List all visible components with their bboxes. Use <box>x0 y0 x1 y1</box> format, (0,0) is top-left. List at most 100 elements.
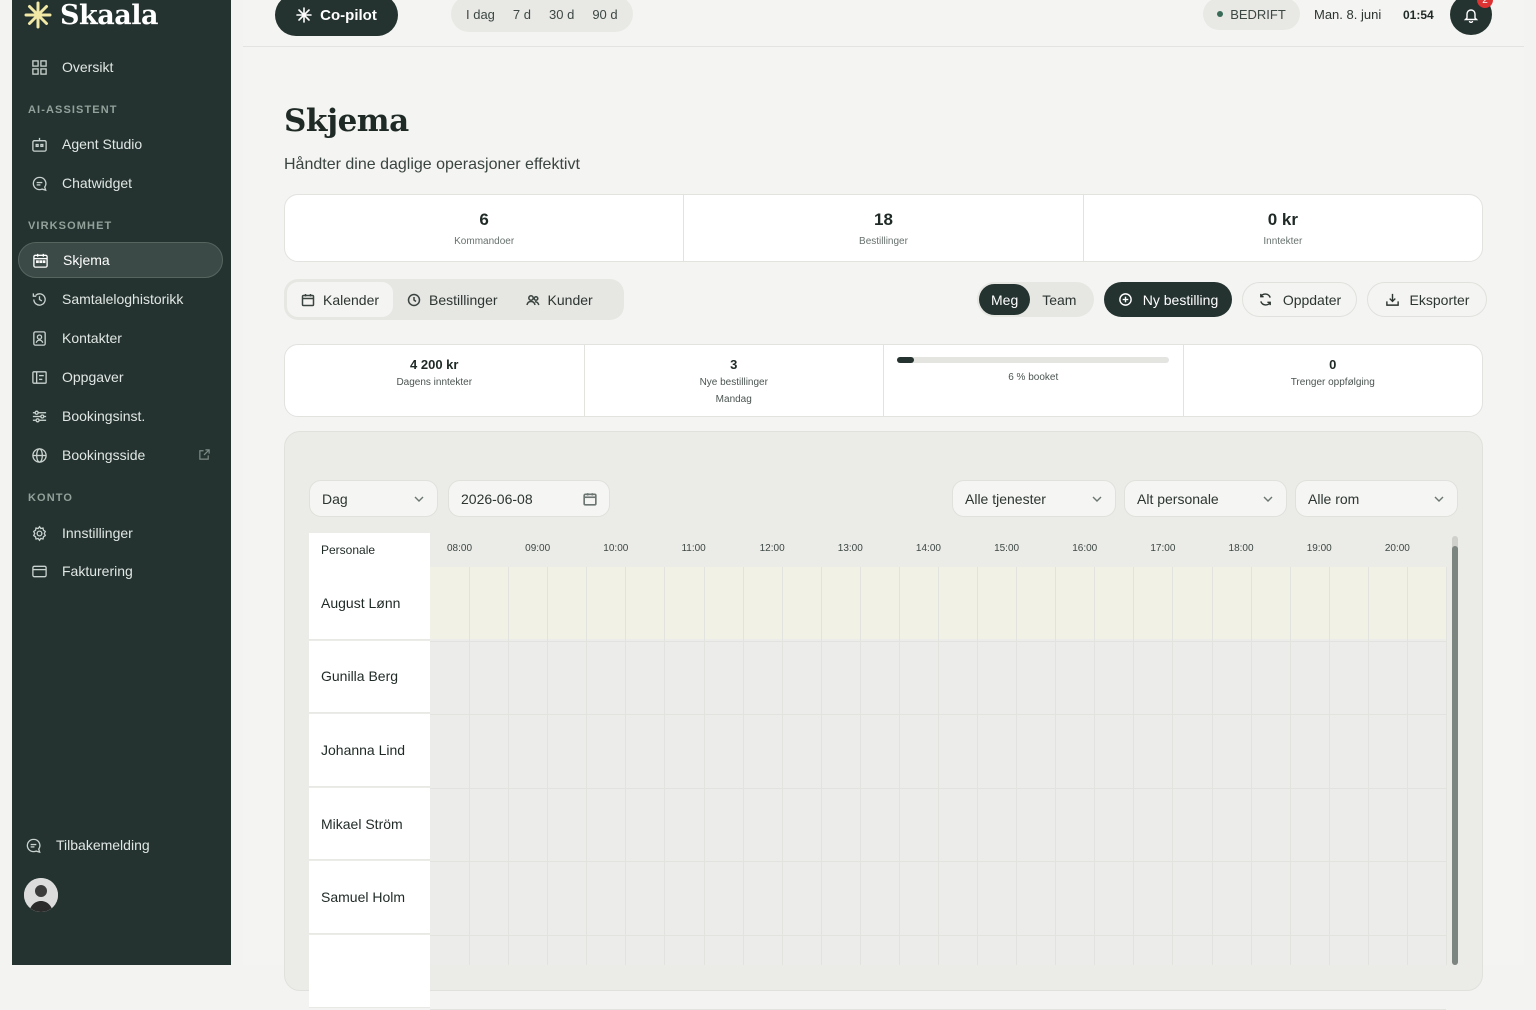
logo[interactable]: Skaala <box>24 0 158 31</box>
hour-label: 12:00 <box>759 543 785 554</box>
grid-line <box>1446 567 1447 965</box>
grid-line <box>547 567 549 965</box>
metric-value: 4 200 kr <box>410 357 459 372</box>
metric-label: Dagens inntekter <box>396 377 473 388</box>
export-button[interactable]: Eksporter <box>1367 282 1487 317</box>
sidebar-item-booking-settings[interactable]: Bookingsinst. <box>18 398 223 434</box>
mode-badge[interactable]: BEDRIFT <box>1203 0 1300 30</box>
staff-select[interactable]: Alt personale <box>1124 480 1287 517</box>
grid-line <box>430 714 1446 716</box>
external-link-icon[interactable] <box>198 448 211 464</box>
range-today[interactable]: I dag <box>457 7 504 22</box>
services-select[interactable]: Alle tjenester <box>952 480 1116 517</box>
sidebar-item-label: Bookingsside <box>62 447 146 463</box>
range-90d[interactable]: 90 d <box>583 7 626 22</box>
scrollbar-thumb[interactable] <box>1452 546 1458 965</box>
hour-label: 09:00 <box>525 543 551 554</box>
bell-icon <box>1463 8 1479 23</box>
chat-icon <box>30 174 48 192</box>
grid-line <box>1367 567 1369 965</box>
sidebar-item-chatwidget[interactable]: Chatwidget <box>18 165 223 201</box>
grid-line <box>586 567 588 965</box>
tab-orders[interactable]: Bestillinger <box>393 282 511 317</box>
sidebar-item-agent-studio[interactable]: Agent Studio <box>18 126 223 162</box>
sidebar-item-overview[interactable]: Oversikt <box>18 49 223 85</box>
chevron-down-icon <box>414 496 424 502</box>
grid-line <box>1211 567 1213 965</box>
grid-line <box>1055 567 1057 965</box>
refresh-button[interactable]: Oppdater <box>1242 282 1357 317</box>
avatar[interactable] <box>24 878 58 912</box>
download-icon <box>1385 293 1399 306</box>
scope-toggle: Meg Team <box>977 282 1094 317</box>
range-30d[interactable]: 30 d <box>540 7 583 22</box>
copilot-button[interactable]: Co-pilot <box>275 0 398 36</box>
grid-line <box>1094 567 1096 965</box>
staff-row-label[interactable]: August Lønn <box>309 567 430 640</box>
stat-label: Kommandoer <box>454 235 515 247</box>
staff-row-label[interactable]: Mikael Ström <box>309 787 430 861</box>
sidebar-item-settings[interactable]: Innstillinger <box>18 515 223 551</box>
grid-line <box>469 567 471 965</box>
schedule-scrollbar[interactable] <box>1452 536 1458 965</box>
booking-progress-bar <box>897 357 1170 363</box>
sidebar-item-label: Agent Studio <box>62 136 143 152</box>
history-icon <box>30 290 48 308</box>
grid-line <box>1406 567 1408 965</box>
calendar-icon <box>583 492 597 506</box>
sidebar-item-label: Oppgaver <box>62 369 124 385</box>
staff-row-label[interactable]: Samuel Holm <box>309 861 430 934</box>
feedback-button[interactable]: Tilbakemelding <box>12 827 217 863</box>
date-picker[interactable]: 2026-06-08 <box>448 480 610 517</box>
sidebar-item-booking-page[interactable]: Bookingsside <box>18 437 223 473</box>
tab-label: Kalender <box>323 291 380 308</box>
page-title: Skjema <box>284 103 409 139</box>
grid-line <box>938 567 939 965</box>
sidebar-item-label: Chatwidget <box>62 175 133 191</box>
scope-me[interactable]: Meg <box>979 284 1031 315</box>
grid-line <box>742 567 744 965</box>
select-value: Alle rom <box>1308 490 1360 507</box>
grid-line <box>430 640 1446 642</box>
tab-customers[interactable]: Kunder <box>512 282 607 317</box>
metric-value: 0 <box>1329 357 1337 372</box>
sidebar-item-skjema[interactable]: Skjema <box>18 242 223 278</box>
sidebar-item-contacts[interactable]: Kontakter <box>18 320 223 356</box>
scope-team[interactable]: Team <box>1030 284 1088 315</box>
grid-line <box>1016 567 1018 965</box>
grid-line <box>1250 567 1252 965</box>
metric-value: 3 <box>730 357 738 372</box>
calendar-icon <box>31 251 49 269</box>
button-label: Eksporter <box>1409 291 1470 308</box>
metric-revenue: 4 200 kr Dagens inntekter <box>285 345 585 416</box>
tab-calendar[interactable]: Kalender <box>287 282 394 317</box>
metric-booked: 6 % booket <box>884 345 1184 416</box>
grid-line <box>430 861 1446 863</box>
staff-row-label[interactable]: Johanna Lind <box>309 714 430 787</box>
refresh-icon <box>1259 293 1271 306</box>
sidebar-item-billing[interactable]: Fakturering <box>18 553 223 589</box>
select-value: Dag <box>322 490 348 507</box>
staff-row-label[interactable] <box>309 935 430 1008</box>
date-range-selector: I dag 7 d 30 d 90 d <box>451 0 633 32</box>
calendar-icon <box>301 293 315 306</box>
view-select[interactable]: Dag <box>309 480 438 517</box>
range-7d[interactable]: 7 d <box>504 7 540 22</box>
grid-line <box>1289 567 1291 965</box>
metric-label: Trenger oppfølging <box>1290 377 1375 388</box>
topbar: Co-pilot I dag 7 d 30 d 90 d BEDRIFT Man… <box>243 0 1524 47</box>
sidebar-item-history[interactable]: Samtaleloghistorikk <box>18 281 223 317</box>
current-time: 01:54 <box>1403 8 1434 22</box>
grid-line <box>977 567 979 965</box>
sidebar-item-label: Fakturering <box>62 563 133 579</box>
robot-icon <box>30 135 48 153</box>
staff-row-label[interactable]: Gunilla Berg <box>309 640 430 714</box>
rooms-select[interactable]: Alle rom <box>1295 480 1458 517</box>
stat-value: 0 kr <box>1267 209 1298 229</box>
sidebar-item-label: Kontakter <box>62 330 122 346</box>
hour-label: 20:00 <box>1384 543 1410 554</box>
grid-line <box>664 567 666 965</box>
new-booking-button[interactable]: Ny bestilling <box>1104 282 1232 317</box>
schedule-cells[interactable] <box>430 567 1447 1010</box>
sidebar-item-tasks[interactable]: Oppgaver <box>18 359 223 395</box>
